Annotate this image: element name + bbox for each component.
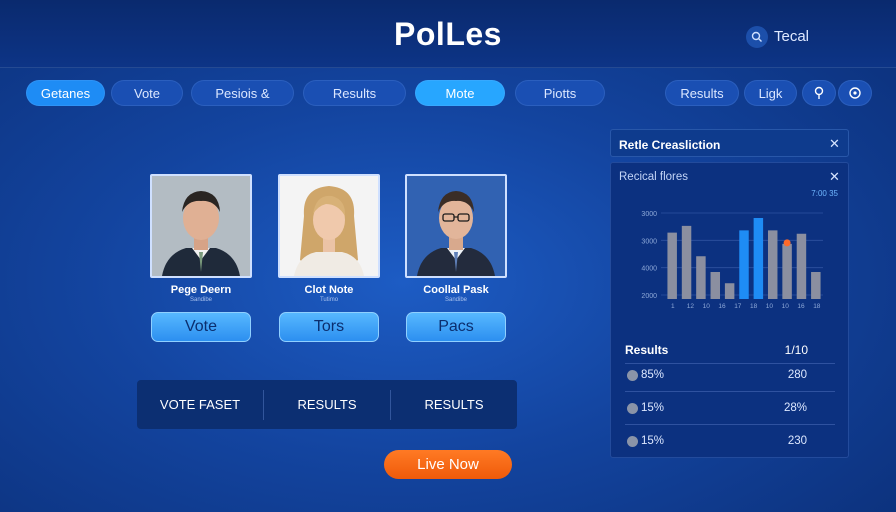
result-row[interactable]: 15% 230	[625, 430, 835, 454]
panel-subtitle: Recical flores	[619, 171, 689, 183]
x-tick-label: 17	[734, 303, 742, 310]
chart-bar	[710, 272, 721, 299]
panel-title: Retle Creasliction	[619, 138, 721, 152]
results-chart: 3000 3000 4000 2000 1 12 10 16 17 18 10 10 16 18	[641, 211, 823, 310]
y-tick-label: 3000	[641, 211, 657, 218]
x-tick-label: 16	[718, 303, 726, 310]
result-value: 280	[787, 369, 807, 381]
settings-icon[interactable]	[838, 80, 872, 106]
nav-item-piotts[interactable]: Piotts	[515, 80, 605, 106]
tabs-bar: VOTE FASET RESULTS RESULTS	[137, 380, 517, 429]
x-tick-label: 10	[782, 303, 790, 310]
pacs-button[interactable]: Pacs	[406, 312, 506, 342]
candidate-card: Clot Note Tutimo	[278, 174, 380, 303]
result-row[interactable]: 85% 280	[625, 364, 835, 388]
result-percent: 15%	[641, 435, 665, 447]
result-percent: 15%	[641, 402, 665, 414]
chart-bar	[667, 232, 677, 299]
nav-item-getanes[interactable]: Getanes	[26, 80, 105, 106]
status-dot	[627, 403, 638, 414]
y-tick-label: 3000	[641, 238, 657, 245]
chart-marker	[783, 239, 791, 247]
candidate-photo	[150, 174, 252, 278]
close-icon[interactable]: ✕	[829, 169, 840, 185]
chart-bar	[681, 225, 692, 299]
result-percent: 85%	[641, 369, 665, 381]
nav-item-results-right[interactable]: Results	[665, 80, 739, 106]
x-tick-label: 16	[797, 303, 805, 310]
chart-bar	[696, 256, 706, 299]
search-icon[interactable]	[746, 26, 768, 48]
result-row[interactable]: 15% 28%	[625, 397, 835, 421]
vote-button[interactable]: Vote	[151, 312, 251, 342]
candidate-subtitle: Tutimo	[319, 297, 339, 303]
y-tick-label: 2000	[641, 293, 657, 300]
x-tick-label: 10	[766, 303, 774, 310]
chart-bar	[724, 283, 735, 299]
chart-bar	[811, 272, 821, 299]
nav-item-mote[interactable]: Mote	[415, 80, 505, 106]
x-tick-label: 18	[813, 303, 821, 310]
candidate-card: Pege Deern Sandibe	[150, 174, 252, 303]
divider	[625, 424, 835, 425]
top-bar: PolLes Tecal	[0, 0, 896, 68]
search-label[interactable]: Tecal	[774, 28, 809, 45]
panel-header: Retle Creasliction ✕	[610, 129, 849, 157]
candidate-photo	[405, 174, 507, 278]
x-tick-label: 12	[687, 303, 695, 310]
x-tick-label: 10	[703, 303, 711, 310]
candidate-photo	[278, 174, 380, 278]
status-dot	[627, 436, 638, 447]
result-value: 230	[787, 435, 807, 447]
candidate-subtitle: Sandibe	[189, 297, 213, 303]
results-panel: Recical flores ✕ 7:00 35 3000 3000 4000 200…	[610, 162, 849, 458]
results-count: 1/10	[784, 343, 808, 357]
candidate-name: Clot Note	[304, 284, 354, 296]
divider	[625, 391, 835, 392]
x-tick-label: 1	[671, 303, 675, 310]
x-tick-label: 18	[750, 303, 758, 310]
candidate-card: Coollal Pask Sandibe	[405, 174, 507, 303]
tab-results[interactable]: RESULTS	[263, 389, 390, 420]
y-tick-label: 4000	[641, 266, 657, 273]
result-value: 28%	[783, 402, 807, 414]
nav-item-ligk[interactable]: Ligk	[744, 80, 797, 106]
chart-bar	[796, 233, 807, 299]
nav-item-pesiois[interactable]: Pesiois &	[191, 80, 294, 106]
pin-icon[interactable]	[802, 80, 836, 106]
value-tag: 7:00 35	[811, 189, 838, 198]
tab-results-2[interactable]: RESULTS	[390, 389, 517, 420]
candidate-name: Pege Deern	[170, 284, 232, 296]
status-dot	[627, 370, 638, 381]
candidate-subtitle: Sandibe	[444, 297, 468, 303]
nav-item-results[interactable]: Results	[303, 80, 406, 106]
results-label: Results	[625, 343, 669, 357]
chart-bar	[767, 230, 778, 299]
tors-button[interactable]: Tors	[279, 312, 379, 342]
live-now-button[interactable]: Live Now	[384, 450, 512, 479]
chart-bar	[739, 230, 749, 299]
chart-bar	[753, 218, 764, 299]
close-icon[interactable]: ✕	[829, 136, 840, 152]
chart-bar	[782, 243, 792, 299]
candidate-name: Coollal Pask	[423, 284, 489, 296]
nav-item-vote[interactable]: Vote	[111, 80, 183, 106]
tab-vote-faset[interactable]: VOTE FASET	[137, 390, 263, 420]
